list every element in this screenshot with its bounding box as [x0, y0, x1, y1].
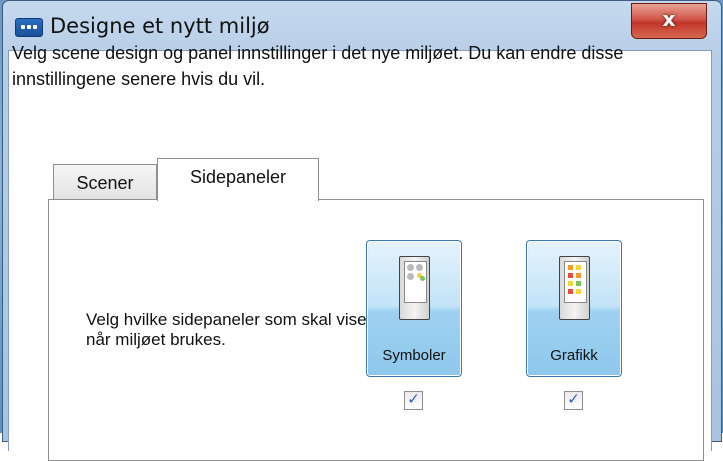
grafikk-checkbox[interactable]: ✓: [564, 390, 583, 410]
tab-label: Scener: [76, 173, 134, 193]
close-button[interactable]: x: [631, 3, 707, 39]
tab-sidepaneler[interactable]: Sidepaneler: [157, 158, 319, 201]
app-icon: [15, 18, 43, 37]
symboler-checkbox[interactable]: ✓: [404, 390, 423, 410]
tab-label: Sidepaneler: [189, 167, 287, 187]
symboler-toggle-button[interactable]: Symboler: [366, 240, 462, 377]
close-icon: x: [662, 7, 676, 31]
graphics-panel-icon: [559, 256, 590, 320]
checkmark-icon: ✓: [407, 390, 420, 408]
tab-scener[interactable]: Scener: [53, 164, 157, 199]
checkmark-icon: ✓: [567, 390, 580, 408]
sidepanel-instruction: Velg hvilke sidepaneler som skal vises n…: [86, 310, 376, 349]
grafikk-label: Grafikk: [550, 347, 598, 364]
dialog-description: Velg scene design og panel innstillinger…: [12, 43, 624, 89]
grafikk-toggle-button[interactable]: Grafikk: [526, 240, 622, 377]
symboler-label: Symboler: [382, 347, 446, 364]
window-title: Designe et nytt miljø: [50, 14, 270, 38]
symbols-panel-icon: [399, 256, 430, 320]
